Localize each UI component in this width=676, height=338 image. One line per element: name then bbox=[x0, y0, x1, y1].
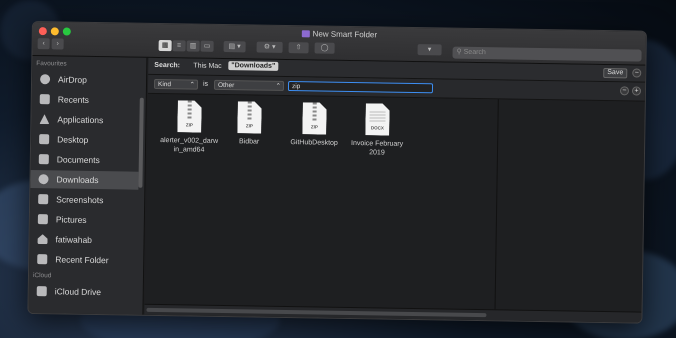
file-item[interactable]: ZIP GitHubDesktop bbox=[282, 102, 347, 148]
file-name: alerter_v002_darw bbox=[160, 137, 219, 145]
sidebar-item-airdrop[interactable]: AirDrop bbox=[32, 70, 140, 90]
camera-icon bbox=[37, 214, 48, 225]
zip-file-icon: ZIP bbox=[237, 101, 261, 133]
file-item[interactable]: ZIP Bidbar bbox=[217, 101, 282, 147]
kind-value-select[interactable]: Other ⌃ bbox=[213, 79, 285, 91]
sidebar-item-label: Downloads bbox=[56, 174, 99, 186]
sidebar-item-label: Pictures bbox=[55, 214, 87, 225]
file-item[interactable]: DOCX Invoice February 2019 bbox=[345, 103, 410, 158]
sidebar-item-downloads[interactable]: Downloads bbox=[30, 169, 139, 190]
docx-file-icon: DOCX bbox=[365, 103, 389, 135]
sidebar-item-label: iCloud Drive bbox=[54, 286, 102, 298]
file-name-cont: in_amd64 bbox=[173, 145, 205, 154]
arrange-dropdown[interactable]: ▾ bbox=[417, 44, 442, 56]
file-name: Bidbar bbox=[238, 138, 260, 146]
column-view-button[interactable]: ▥ bbox=[186, 40, 200, 52]
folder-icon bbox=[37, 254, 48, 265]
scope-downloads[interactable]: "Downloads" bbox=[228, 61, 279, 71]
sidebar-item-home[interactable]: fatiwahab bbox=[29, 230, 137, 250]
back-button[interactable]: ‹ bbox=[37, 38, 50, 50]
add-criteria-button[interactable]: + bbox=[631, 86, 642, 96]
file-name-cont: 2019 bbox=[369, 148, 385, 157]
sidebar-item-label: Recent Folder bbox=[55, 254, 109, 266]
chevron-down-icon: ⌃ bbox=[275, 82, 282, 90]
file-type-tag: ZIP bbox=[245, 122, 253, 128]
clock-icon bbox=[39, 94, 50, 105]
attribute-value: Kind bbox=[157, 80, 172, 89]
sidebar-scrollbar[interactable] bbox=[138, 97, 144, 188]
search-placeholder: Search bbox=[463, 48, 486, 57]
kind-value: Other bbox=[217, 81, 235, 90]
home-icon bbox=[37, 234, 47, 244]
sidebar: Favourites AirDrop Recents Applications … bbox=[28, 56, 148, 315]
list-view-button[interactable]: ≡ bbox=[172, 40, 186, 52]
group-by-button[interactable]: ▤ ▾ bbox=[223, 41, 246, 53]
airdrop-icon bbox=[40, 74, 51, 85]
file-type-tag: ZIP bbox=[310, 123, 318, 130]
sidebar-item-pictures[interactable]: Pictures bbox=[30, 210, 138, 230]
main-area: Search: This Mac "Downloads" Save − Kind… bbox=[144, 57, 646, 323]
window-title-text: New Smart Folder bbox=[312, 29, 378, 40]
tags-button[interactable]: ◯ bbox=[314, 42, 335, 54]
sidebar-item-label: Screenshots bbox=[56, 194, 104, 206]
file-type-tag: DOCX bbox=[370, 124, 384, 131]
chevron-down-icon: ⌃ bbox=[189, 81, 196, 89]
sidebar-item-recent-folder[interactable]: Recent Folder bbox=[29, 250, 137, 270]
sidebar-item-label: fatiwahab bbox=[55, 234, 93, 245]
search-icon: ⚲ bbox=[456, 48, 462, 56]
sidebar-item-label: Documents bbox=[56, 154, 100, 166]
cloud-folder-icon bbox=[36, 286, 47, 297]
applications-icon bbox=[39, 114, 49, 124]
sidebar-item-label: AirDrop bbox=[58, 74, 87, 85]
finder-window: New Smart Folder ‹ › ▦ ≡ ▥ ▭ ▤ ▾ ⚙ ▾ ⇧ ◯… bbox=[27, 21, 647, 324]
search-field[interactable]: ⚲ Search bbox=[452, 46, 642, 62]
file-item[interactable]: ZIP alerter_v002_darw in_amd64 bbox=[157, 100, 222, 155]
folder-icon bbox=[38, 194, 49, 205]
file-name: Invoice February bbox=[350, 140, 404, 148]
sidebar-item-documents[interactable]: Documents bbox=[31, 150, 139, 170]
icloud-heading: iCloud bbox=[32, 272, 52, 280]
attribute-select[interactable]: Kind ⌃ bbox=[153, 78, 199, 90]
sidebar-item-label: Applications bbox=[57, 114, 104, 126]
action-gear-button[interactable]: ⚙ ▾ bbox=[256, 41, 283, 53]
zip-file-icon: ZIP bbox=[302, 102, 326, 134]
documents-icon bbox=[38, 154, 49, 165]
sidebar-item-recents[interactable]: Recents bbox=[32, 90, 140, 110]
share-button[interactable]: ⇧ bbox=[288, 42, 309, 54]
remove-criteria-button[interactable]: − bbox=[619, 86, 630, 96]
search-scope-label: Search: bbox=[154, 61, 181, 70]
criteria-text-field[interactable]: zip bbox=[287, 81, 434, 94]
smart-folder-icon bbox=[301, 30, 310, 38]
scope-this-mac[interactable]: This Mac bbox=[193, 63, 222, 70]
remove-scope-button[interactable]: − bbox=[632, 68, 642, 78]
icon-view-button[interactable]: ▦ bbox=[158, 39, 172, 52]
downloads-icon bbox=[38, 174, 49, 185]
forward-button[interactable]: › bbox=[51, 38, 64, 50]
sidebar-item-label: Desktop bbox=[57, 134, 89, 145]
file-type-tag: ZIP bbox=[185, 121, 193, 128]
desktop-icon bbox=[39, 134, 50, 145]
sidebar-item-screenshots[interactable]: Screenshots bbox=[30, 190, 138, 210]
file-grid: ZIP alerter_v002_darw in_amd64 ZIP Bidba… bbox=[145, 94, 645, 313]
operator-label: is bbox=[202, 80, 209, 88]
sidebar-item-icloud-drive[interactable]: iCloud Drive bbox=[29, 282, 137, 302]
sidebar-item-label: Recents bbox=[57, 94, 90, 105]
criteria-text-value: zip bbox=[291, 83, 301, 91]
gallery-view-button[interactable]: ▭ bbox=[200, 40, 214, 52]
file-name: GitHubDesktop bbox=[290, 139, 338, 147]
zip-file-icon: ZIP bbox=[177, 100, 201, 132]
save-button[interactable]: Save bbox=[603, 67, 628, 79]
sidebar-item-desktop[interactable]: Desktop bbox=[31, 130, 139, 150]
sidebar-item-applications[interactable]: Applications bbox=[31, 110, 139, 130]
favourites-heading: Favourites bbox=[36, 60, 67, 68]
scrollbar-thumb[interactable] bbox=[146, 307, 487, 318]
